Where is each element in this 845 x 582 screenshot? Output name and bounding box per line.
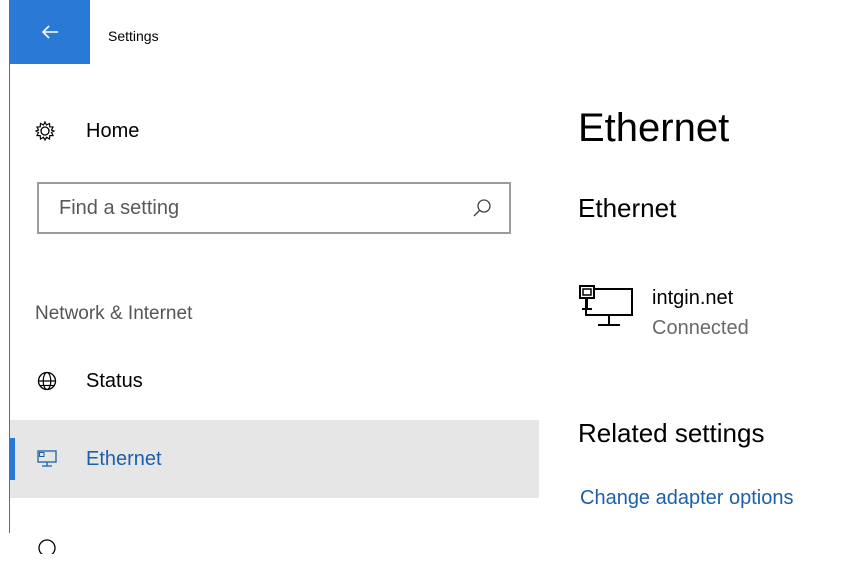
- search-box[interactable]: [37, 182, 511, 234]
- search-input[interactable]: [57, 195, 471, 221]
- section-title: Ethernet: [578, 193, 677, 223]
- page-title: Ethernet: [578, 106, 730, 150]
- related-settings-title: Related settings: [578, 418, 765, 448]
- navigation-pane: Home Network & Internet Status: [10, 64, 539, 554]
- change-adapter-options-link[interactable]: Change adapter options: [580, 487, 794, 510]
- main-content: Ethernet Ethernet intgin.net Connected R…: [578, 0, 845, 533]
- network-entry[interactable]: intgin.net Connected: [578, 283, 845, 343]
- sidebar-item-label: Status: [86, 369, 143, 392]
- sidebar-item-label: Ethernet: [86, 447, 162, 470]
- sidebar-item-ethernet[interactable]: Ethernet: [10, 420, 539, 498]
- section-header: Network & Internet: [35, 303, 193, 324]
- back-button[interactable]: [10, 0, 90, 64]
- search-icon[interactable]: [471, 197, 493, 219]
- ethernet-icon: [36, 448, 58, 470]
- sidebar-item-status[interactable]: Status: [10, 346, 539, 416]
- selection-indicator: [10, 438, 15, 480]
- sidebar-item-partial[interactable]: [10, 504, 539, 582]
- partial-icon: [36, 532, 58, 554]
- network-status: Connected: [652, 317, 749, 339]
- window-left-border: [0, 0, 10, 533]
- arrow-left-icon: [41, 25, 58, 39]
- window-title: Settings: [108, 28, 159, 44]
- network-computer-icon: [578, 283, 638, 333]
- home-nav-item[interactable]: Home: [34, 116, 139, 146]
- network-name: intgin.net: [652, 287, 734, 309]
- gear-icon: [34, 120, 56, 142]
- globe-icon: [36, 370, 58, 392]
- home-label: Home: [86, 119, 140, 142]
